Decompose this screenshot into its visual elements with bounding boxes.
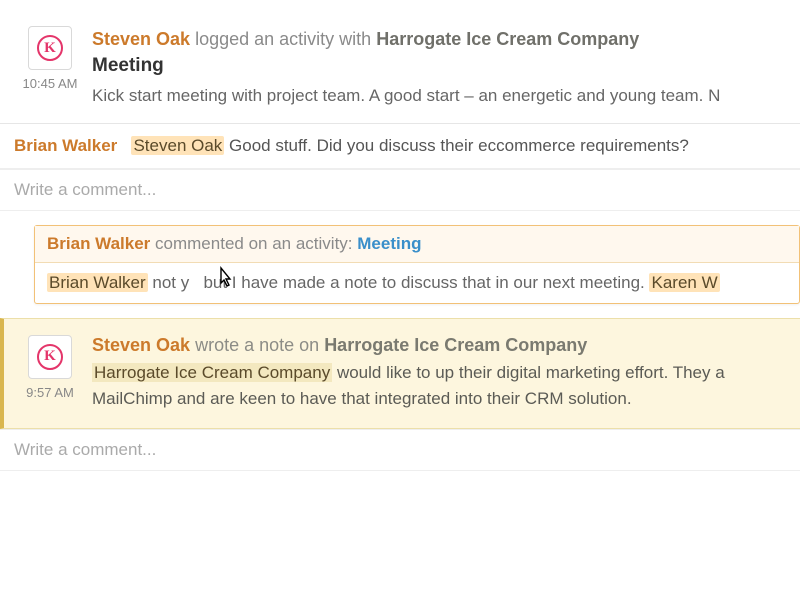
entry-gutter: K 9:57 AM	[14, 335, 86, 413]
activity-stream: K 10:45 AM Steven Oak logged an activity…	[0, 0, 800, 471]
reply-author[interactable]: Brian Walker	[47, 234, 150, 253]
verb-text: wrote a note on	[195, 335, 319, 355]
entry-headline: Steven Oak logged an activity with Harro…	[92, 26, 800, 53]
avatar[interactable]: K	[28, 26, 72, 70]
reply-card[interactable]: Brian Walker commented on an activity: M…	[34, 225, 800, 304]
entry-description: Kick start meeting with project team. A …	[92, 83, 800, 109]
comment-input[interactable]: Write a comment...	[0, 429, 800, 471]
actor-link[interactable]: Steven Oak	[92, 335, 190, 355]
note-entry: K 9:57 AM Steven Oak wrote a note on Har…	[0, 318, 800, 430]
entry-gutter: K 10:45 AM	[14, 26, 86, 109]
comment-input[interactable]: Write a comment...	[0, 169, 800, 211]
reply-body-post: but I have made a note to discuss that i…	[203, 273, 649, 292]
activity-entry: K 10:45 AM Steven Oak logged an activity…	[0, 0, 800, 124]
entry-time: 9:57 AM	[14, 385, 86, 400]
entry-body: Steven Oak wrote a note on Harrogate Ice…	[86, 335, 800, 413]
entry-body: Steven Oak logged an activity with Harro…	[86, 26, 800, 109]
reply-activity-link[interactable]: Meeting	[357, 234, 421, 253]
reply-tail-mention[interactable]: Karen W	[649, 273, 719, 292]
reply-body-author[interactable]: Brian Walker	[47, 273, 148, 292]
target-link[interactable]: Harrogate Ice Cream Company	[376, 29, 639, 49]
comment-thread: Brian Walker Steven Oak Good stuff. Did …	[0, 124, 800, 169]
note-body-line1: would like to up their digital marketing…	[332, 363, 724, 382]
note-body-text: Harrogate Ice Cream Company would like t…	[92, 360, 800, 413]
reply-body-pre: not y	[148, 273, 190, 292]
avatar-k-icon: K	[37, 344, 63, 370]
avatar[interactable]: K	[28, 335, 72, 379]
reply-body: Brian Walker not y but I have made a not…	[35, 263, 799, 303]
note-noun-pill[interactable]: Harrogate Ice Cream Company	[92, 363, 332, 382]
note-body-line2: MailChimp and are keen to have that inte…	[92, 389, 632, 408]
comment-text: Good stuff. Did you discuss their eccomm…	[224, 136, 689, 155]
comment-author[interactable]: Brian Walker	[14, 136, 117, 155]
target-link[interactable]: Harrogate Ice Cream Company	[324, 335, 587, 355]
entry-subject: Meeting	[92, 55, 800, 77]
avatar-k-icon: K	[37, 35, 63, 61]
reply-verb: commented on an activity:	[155, 234, 357, 253]
entry-headline: Steven Oak wrote a note on Harrogate Ice…	[92, 335, 800, 356]
mention-pill[interactable]: Steven Oak	[131, 136, 224, 155]
actor-link[interactable]: Steven Oak	[92, 29, 190, 49]
entry-time: 10:45 AM	[14, 76, 86, 91]
verb-text: logged an activity with	[195, 29, 371, 49]
reply-head: Brian Walker commented on an activity: M…	[35, 226, 799, 263]
